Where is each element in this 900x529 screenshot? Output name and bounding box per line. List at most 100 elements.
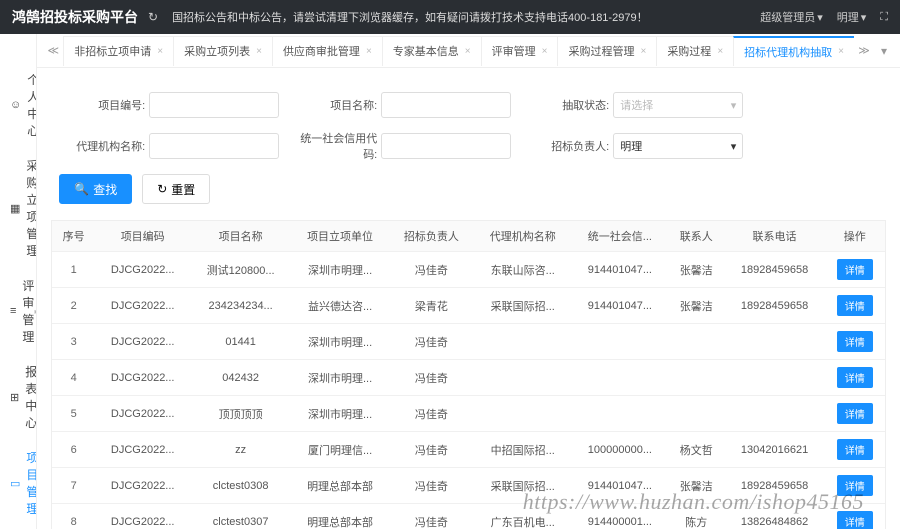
close-icon[interactable]: × [465, 46, 471, 57]
tab[interactable]: 招标代理机构抽取 × [733, 36, 854, 66]
column-header: 招标负责人 [389, 221, 473, 252]
tabs-scroll-right-icon[interactable]: ≫ [854, 44, 874, 57]
close-icon[interactable]: × [640, 46, 646, 57]
tab[interactable]: 采购过程管理 × [557, 36, 657, 66]
cell-usci: 914401047... [572, 288, 668, 324]
extract-status-select[interactable]: 请选择▾ [613, 92, 743, 118]
column-header: 代理机构名称 [474, 221, 572, 252]
cell-agent: 采联国际招... [474, 288, 572, 324]
close-icon[interactable]: × [717, 46, 723, 57]
usci-label: 统一社会信用代码: [291, 130, 377, 162]
close-icon[interactable]: × [542, 46, 548, 57]
cell-owner: 冯佳奇 [389, 324, 473, 360]
cell-op: 详情 [824, 360, 885, 396]
tab[interactable]: 评审管理 × [481, 36, 559, 66]
cell-contact: 陈方 [668, 504, 725, 529]
reset-button[interactable]: ↻重置 [142, 174, 210, 204]
cell-name: 顶顶顶顶 [190, 396, 291, 432]
search-button[interactable]: 🔍查找 [59, 174, 132, 204]
theme-dropdown[interactable]: 明理▾ [837, 9, 867, 25]
cell-unit: 深圳市明理... [291, 324, 389, 360]
cell-contact: 杨文哲 [668, 432, 725, 468]
menu-icon: ▦ [10, 202, 20, 215]
close-icon[interactable]: × [838, 46, 844, 57]
cell-usci: 914401047... [572, 468, 668, 504]
cell-agent: 采联国际招... [474, 468, 572, 504]
tab-label: 非招标立项申请 [74, 43, 151, 59]
detail-button[interactable]: 详情 [837, 403, 873, 424]
tab-label: 采购过程管理 [568, 43, 634, 59]
sidebar: ≡ ☺个人中心▸▦采购立项管理▸≡评审管理▸⊞报表中心▸▭项目管理▾采购过程管理… [0, 34, 37, 529]
close-icon[interactable]: × [256, 46, 262, 57]
menu-label: 报表中心 [25, 363, 37, 431]
column-header: 操作 [824, 221, 885, 252]
menu-icon: ⊞ [10, 391, 19, 404]
cell-index: 8 [52, 504, 95, 529]
cell-op: 详情 [824, 468, 885, 504]
detail-button[interactable]: 详情 [837, 331, 873, 352]
table-row: 7 DJCG2022... clctest0308 明理总部本部 冯佳奇 采联国… [52, 468, 885, 504]
close-icon[interactable]: × [366, 46, 372, 57]
cell-index: 1 [52, 252, 95, 288]
tab[interactable]: 供应商审批管理 × [272, 36, 383, 66]
chevron-down-icon: ▾ [731, 140, 737, 153]
detail-button[interactable]: 详情 [837, 295, 873, 316]
agent-name-input[interactable] [149, 133, 279, 159]
sidebar-item[interactable]: ⊞报表中心▸ [0, 354, 36, 440]
tab[interactable]: 非招标立项申请 × [63, 36, 174, 66]
menu-icon: ≡ [10, 305, 16, 317]
cell-phone: 18928459658 [725, 468, 825, 504]
sidebar-item[interactable]: ☺个人中心▸ [0, 62, 36, 148]
cell-op: 详情 [824, 504, 885, 529]
cell-index: 4 [52, 360, 95, 396]
cell-phone: 13042016621 [725, 432, 825, 468]
column-header: 项目名称 [190, 221, 291, 252]
column-header: 项目编码 [95, 221, 190, 252]
sidebar-item[interactable]: ≡评审管理▸ [0, 268, 36, 354]
cell-owner: 冯佳奇 [389, 252, 473, 288]
tab-label: 供应商审批管理 [283, 43, 360, 59]
notice-marquee: 国招标公告和中标公告，请尝试清理下浏览器缓存，如有疑问请拨打技术支持电话400-… [172, 9, 760, 25]
column-header: 联系人 [668, 221, 725, 252]
cell-contact: 张馨洁 [668, 252, 725, 288]
tab-label: 评审管理 [492, 43, 536, 59]
detail-button[interactable]: 详情 [837, 439, 873, 460]
user-dropdown[interactable]: 超级管理员▾ [760, 9, 823, 25]
refresh-icon[interactable]: ↻ [148, 10, 158, 24]
project-no-input[interactable] [149, 92, 279, 118]
tab-label: 采购立项列表 [184, 43, 250, 59]
fullscreen-icon[interactable]: ⛶ [880, 11, 888, 24]
sidebar-item[interactable]: ▦采购立项管理▸ [0, 148, 36, 268]
project-name-input[interactable] [381, 92, 511, 118]
cell-owner: 冯佳奇 [389, 360, 473, 396]
menu-label: 项目管理 [26, 449, 37, 517]
close-icon[interactable]: × [157, 46, 163, 57]
tab-label: 招标代理机构抽取 [744, 44, 832, 60]
tabs-menu-icon[interactable]: ▾ [874, 44, 894, 58]
detail-button[interactable]: 详情 [837, 511, 873, 529]
cell-owner: 冯佳奇 [389, 468, 473, 504]
tab[interactable]: 采购立项列表 × [173, 36, 273, 66]
detail-button[interactable]: 详情 [837, 475, 873, 496]
table-row: 6 DJCG2022... zz 厦门明理信... 冯佳奇 中招国际招... 1… [52, 432, 885, 468]
cell-index: 7 [52, 468, 95, 504]
sidebar-item[interactable]: ▭项目管理▾ [0, 440, 36, 526]
cell-usci: 100000000... [572, 432, 668, 468]
cell-usci [572, 360, 668, 396]
cell-agent [474, 360, 572, 396]
detail-button[interactable]: 详情 [837, 367, 873, 388]
tab[interactable]: 采购过程× [656, 36, 734, 66]
data-table: 序号项目编码项目名称项目立项单位招标负责人代理机构名称统一社会信...联系人联系… [51, 220, 886, 529]
detail-button[interactable]: 详情 [837, 259, 873, 280]
cell-code: DJCG2022... [95, 252, 190, 288]
usci-input[interactable] [381, 133, 511, 159]
tabs-scroll-left-icon[interactable]: ≪ [43, 44, 63, 57]
column-header: 序号 [52, 221, 95, 252]
owner-select[interactable]: 明理▾ [613, 133, 743, 159]
column-header: 联系电话 [725, 221, 825, 252]
cell-code: DJCG2022... [95, 396, 190, 432]
tab[interactable]: 专家基本信息× [382, 36, 482, 66]
extract-status-label: 抽取状态: [523, 97, 609, 113]
table-row: 3 DJCG2022... 01441 深圳市明理... 冯佳奇 详情 [52, 324, 885, 360]
cell-op: 详情 [824, 432, 885, 468]
